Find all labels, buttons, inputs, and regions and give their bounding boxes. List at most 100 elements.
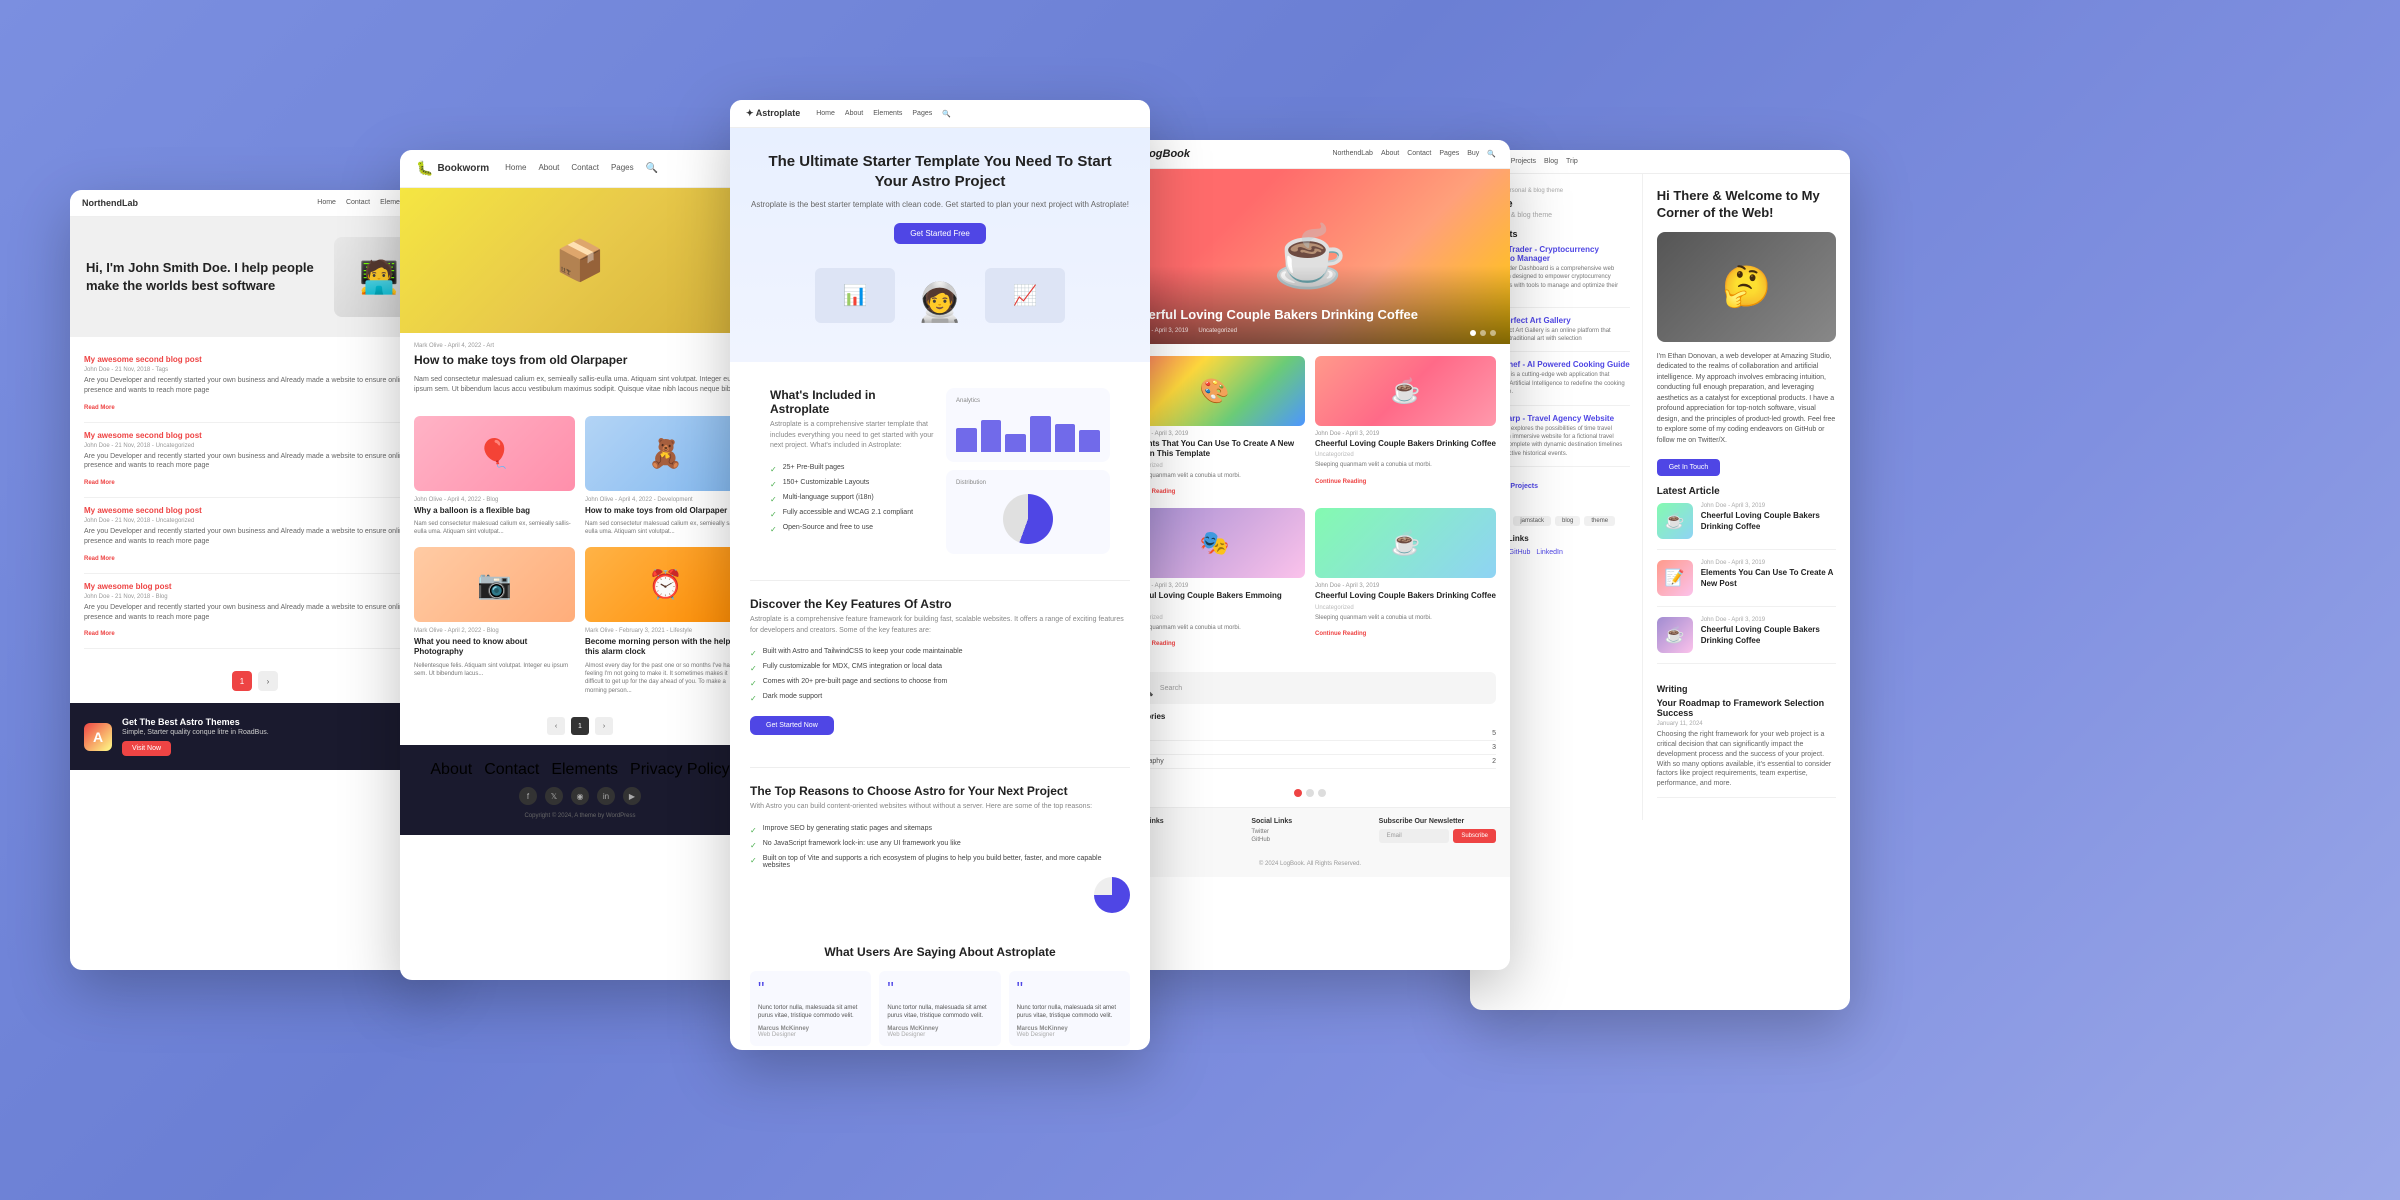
list-item: ☕ John Doe - April 3, 2019 Cheerful Lovi… — [1315, 356, 1496, 498]
list-item: 📷 Mark Olive - April 2, 2022 - Blog What… — [414, 547, 575, 695]
linkedin-link[interactable]: LinkedIn — [1536, 549, 1562, 556]
dot-2[interactable] — [1480, 330, 1486, 336]
read-more-link[interactable]: Read More — [84, 480, 115, 486]
card-title[interactable]: Elements That You Can Use To Create A Ne… — [1124, 439, 1305, 460]
post-title[interactable]: My awesome second blog post — [84, 506, 426, 515]
s5-nav-trip[interactable]: Trip — [1566, 158, 1578, 165]
footer-link[interactable]: GitHub — [1251, 837, 1368, 843]
tag[interactable]: theme — [1584, 516, 1615, 526]
s4-nav-pages[interactable]: Pages — [1439, 150, 1459, 158]
card-title[interactable]: How to make toys from old Olarpaper — [585, 506, 746, 516]
twitter-icon[interactable]: 𝕏 — [545, 787, 563, 805]
newsletter-submit-button[interactable]: Subscribe — [1453, 829, 1496, 843]
card-title[interactable]: Why a balloon is a flexible bag — [414, 506, 575, 516]
card-title[interactable]: Cheerful Loving Couple Bakers Emmoing Co… — [1124, 591, 1305, 612]
youtube-icon[interactable]: ▶ — [623, 787, 641, 805]
s2-nav-about[interactable]: About — [538, 163, 559, 174]
screen-bookworm: 🐛 Bookworm Home About Contact Pages 🔍 📦 … — [400, 150, 760, 980]
page-btn-1[interactable]: 1 — [232, 671, 252, 691]
post-meta: John Doe - 21 Nov, 2018 - Tags — [84, 367, 426, 373]
article-item: ☕ John Doe - April 3, 2019 Cheerful Lovi… — [1657, 617, 1836, 664]
card-title[interactable]: Cheerful Loving Couple Bakers Drinking C… — [1315, 439, 1496, 449]
s4-nav-contact[interactable]: Contact — [1407, 150, 1431, 158]
page-btn-next[interactable]: › — [258, 671, 278, 691]
read-more-link[interactable]: Read More — [84, 556, 115, 562]
post-title[interactable]: My awesome blog post — [84, 582, 426, 591]
dot-nav-2[interactable] — [1306, 789, 1314, 797]
article-title[interactable]: Cheerful Loving Couple Bakers Drinking C… — [1701, 511, 1836, 532]
card-image-balloon: 🎈 — [414, 416, 575, 491]
instagram-icon[interactable]: ◉ — [571, 787, 589, 805]
s3-nav-home[interactable]: Home — [816, 110, 835, 118]
s2-nav-contact[interactable]: Contact — [571, 163, 599, 174]
newsletter-email-input[interactable]: Email — [1379, 829, 1450, 843]
s4-nav-about[interactable]: About — [1381, 150, 1399, 158]
features-list: ✓ 25+ Pre-Built pages ✓ 150+ Customizabl… — [770, 464, 934, 534]
s2-nav-home[interactable]: Home — [505, 163, 526, 174]
dot-3[interactable] — [1490, 330, 1496, 336]
s1-nav-contact[interactable]: Contact — [346, 199, 370, 207]
s3-nav-elements[interactable]: Elements — [873, 110, 902, 118]
read-more-link[interactable]: Read More — [84, 631, 115, 637]
read-more-link[interactable]: Continue Reading — [1315, 479, 1366, 485]
s3-get-started-button[interactable]: Get Started Free — [894, 223, 986, 244]
article-title[interactable]: Elements You Can Use To Create A New Pos… — [1701, 568, 1836, 589]
s3-search-icon[interactable]: 🔍 — [942, 110, 951, 118]
footer-link-contact[interactable]: Contact — [484, 761, 539, 779]
tag[interactable]: blog — [1555, 516, 1580, 526]
s3-features-text: What's Included in Astroplate Astroplate… — [770, 388, 934, 554]
toys-icon: 🧸 — [648, 437, 683, 470]
tag[interactable]: jamstack — [1513, 516, 1551, 526]
writing-article-title[interactable]: Your Roadmap to Framework Selection Succ… — [1657, 698, 1836, 718]
page-btn-1[interactable]: 1 — [571, 717, 589, 735]
post-title[interactable]: My awesome second blog post — [84, 431, 426, 440]
search-icon[interactable]: 🔍 — [646, 163, 658, 174]
feature-text: 25+ Pre-Built pages — [783, 464, 845, 471]
s4-nav-northendlab[interactable]: NorthendLab — [1332, 150, 1372, 158]
s3-charts-col: Analytics Distribution — [946, 388, 1110, 554]
read-more-link[interactable]: Read More — [84, 405, 115, 411]
card-title[interactable]: Become morning person with the help of t… — [585, 637, 746, 658]
footer-link-privacy[interactable]: Privacy Policy — [630, 761, 730, 779]
footer-link-elements[interactable]: Elements — [551, 761, 618, 779]
testimonial-role: Web Designer — [887, 1032, 992, 1038]
dot-1[interactable] — [1470, 330, 1476, 336]
read-more-link[interactable]: Continue Reading — [1315, 631, 1366, 637]
article-title[interactable]: Cheerful Loving Couple Bakers Drinking C… — [1701, 625, 1836, 646]
card-meta: John Olive - April 4, 2022 - Development — [585, 497, 746, 503]
page-btn-next[interactable]: › — [595, 717, 613, 735]
s4-search-input[interactable]: Search — [1160, 685, 1486, 692]
card-title[interactable]: What you need to know about Photography — [414, 637, 575, 658]
footer-visit-button[interactable]: Visit Now — [122, 741, 171, 756]
facebook-icon[interactable]: f — [519, 787, 537, 805]
s5-nav-blog[interactable]: Blog — [1544, 158, 1558, 165]
feature-text: Dark mode support — [763, 693, 823, 700]
bookworm-logo-text: Bookworm — [437, 163, 489, 174]
s2-nav-pages[interactable]: Pages — [611, 163, 634, 174]
github-link[interactable]: GitHub — [1509, 549, 1531, 556]
dot-nav-1[interactable] — [1294, 789, 1302, 797]
s1-nav-home[interactable]: Home — [317, 199, 336, 207]
post-desc: Are you Developer and recently started y… — [84, 452, 426, 472]
card-meta: Uncategorized — [1124, 615, 1305, 621]
get-started-button-2[interactable]: Get Started Now — [750, 716, 834, 735]
bar-5 — [1055, 424, 1076, 452]
featured-post-title[interactable]: How to make toys from old Olarpaper — [414, 353, 746, 369]
s4-nav-buy[interactable]: Buy — [1467, 150, 1479, 158]
page-btn-prev[interactable]: ‹ — [547, 717, 565, 735]
s5-nav-projects[interactable]: Projects — [1511, 158, 1536, 165]
hero-figure-icon: 🧑‍💻 — [359, 258, 399, 296]
card-meta: John Olive - April 4, 2022 - Blog — [414, 497, 575, 503]
s3-nav-about[interactable]: About — [845, 110, 863, 118]
s3-nav-pages[interactable]: Pages — [912, 110, 932, 118]
card-title[interactable]: Cheerful Loving Couple Bakers Drinking C… — [1315, 591, 1496, 601]
s4-search-icon[interactable]: 🔍 — [1487, 150, 1496, 158]
s3-features-section: What's Included in Astroplate Astroplate… — [730, 362, 1150, 580]
footer-link-about[interactable]: About — [430, 761, 472, 779]
dot-nav-3[interactable] — [1318, 789, 1326, 797]
get-in-touch-button[interactable]: Get In Touch — [1657, 459, 1721, 476]
footer-link[interactable]: Twitter — [1251, 829, 1368, 835]
feature-text: Comes with 20+ pre-built page and sectio… — [763, 678, 948, 685]
linkedin-icon[interactable]: in — [597, 787, 615, 805]
post-title[interactable]: My awesome second blog post — [84, 355, 426, 364]
